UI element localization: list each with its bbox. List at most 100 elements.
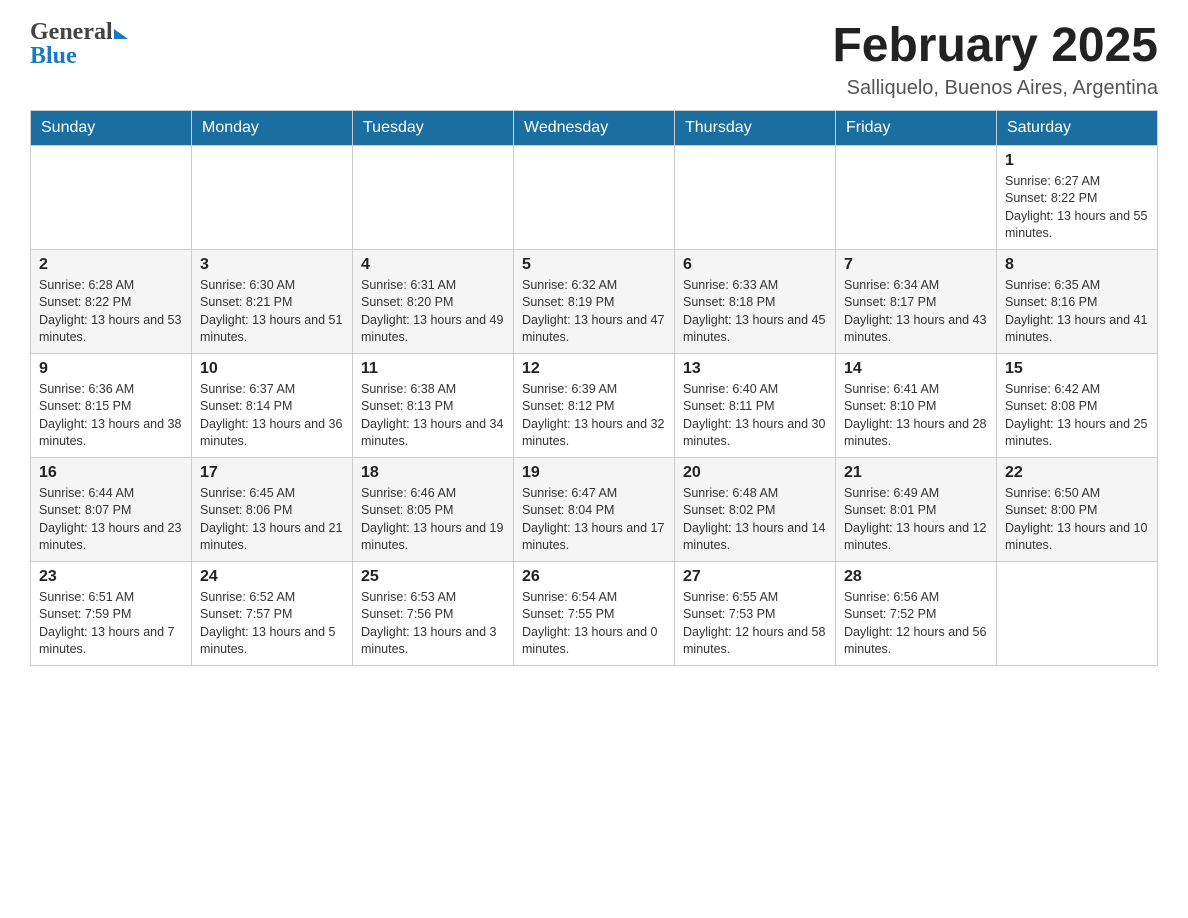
day-number: 23 (39, 568, 183, 586)
day-info: Sunrise: 6:40 AM Sunset: 8:11 PM Dayligh… (683, 381, 827, 451)
calendar-cell: 7 Sunrise: 6:34 AM Sunset: 8:17 PM Daylig… (836, 249, 997, 353)
logo-general-text: General (30, 20, 113, 44)
calendar-cell: 1 Sunrise: 6:27 AM Sunset: 8:22 PM Daylig… (997, 145, 1158, 249)
day-number: 20 (683, 464, 827, 482)
day-number: 4 (361, 256, 505, 274)
day-number: 14 (844, 360, 988, 378)
calendar-cell: 2 Sunrise: 6:28 AM Sunset: 8:22 PM Daylig… (31, 249, 192, 353)
day-info: Sunrise: 6:32 AM Sunset: 8:19 PM Dayligh… (522, 277, 666, 347)
calendar-week-row: 16 Sunrise: 6:44 AM Sunset: 8:07 PM Dayli… (31, 457, 1158, 561)
day-info: Sunrise: 6:55 AM Sunset: 7:53 PM Dayligh… (683, 589, 827, 659)
day-info: Sunrise: 6:38 AM Sunset: 8:13 PM Dayligh… (361, 381, 505, 451)
day-info: Sunrise: 6:53 AM Sunset: 7:56 PM Dayligh… (361, 589, 505, 659)
day-info: Sunrise: 6:49 AM Sunset: 8:01 PM Dayligh… (844, 485, 988, 555)
day-info: Sunrise: 6:34 AM Sunset: 8:17 PM Dayligh… (844, 277, 988, 347)
day-number: 13 (683, 360, 827, 378)
calendar-cell: 23 Sunrise: 6:51 AM Sunset: 7:59 PM Dayli… (31, 561, 192, 665)
day-info: Sunrise: 6:44 AM Sunset: 8:07 PM Dayligh… (39, 485, 183, 555)
day-number: 1 (1005, 152, 1149, 170)
calendar-cell (192, 145, 353, 249)
calendar-cell: 9 Sunrise: 6:36 AM Sunset: 8:15 PM Daylig… (31, 353, 192, 457)
day-info: Sunrise: 6:54 AM Sunset: 7:55 PM Dayligh… (522, 589, 666, 659)
calendar-cell (997, 561, 1158, 665)
calendar-cell: 3 Sunrise: 6:30 AM Sunset: 8:21 PM Daylig… (192, 249, 353, 353)
month-title: February 2025 (832, 20, 1158, 73)
calendar-week-row: 23 Sunrise: 6:51 AM Sunset: 7:59 PM Dayli… (31, 561, 1158, 665)
day-number: 15 (1005, 360, 1149, 378)
day-info: Sunrise: 6:27 AM Sunset: 8:22 PM Dayligh… (1005, 173, 1149, 243)
calendar-week-row: 2 Sunrise: 6:28 AM Sunset: 8:22 PM Daylig… (31, 249, 1158, 353)
day-info: Sunrise: 6:48 AM Sunset: 8:02 PM Dayligh… (683, 485, 827, 555)
day-number: 9 (39, 360, 183, 378)
day-number: 21 (844, 464, 988, 482)
day-info: Sunrise: 6:31 AM Sunset: 8:20 PM Dayligh… (361, 277, 505, 347)
calendar-day-header: Wednesday (514, 110, 675, 145)
calendar-cell: 11 Sunrise: 6:38 AM Sunset: 8:13 PM Dayli… (353, 353, 514, 457)
calendar-cell: 10Sunrise: 6:37 AM Sunset: 8:14 PM Dayli… (192, 353, 353, 457)
calendar-cell: 20 Sunrise: 6:48 AM Sunset: 8:02 PM Dayli… (675, 457, 836, 561)
day-number: 27 (683, 568, 827, 586)
calendar-day-header: Monday (192, 110, 353, 145)
calendar-cell: 12 Sunrise: 6:39 AM Sunset: 8:12 PM Dayli… (514, 353, 675, 457)
calendar-cell: 16 Sunrise: 6:44 AM Sunset: 8:07 PM Dayli… (31, 457, 192, 561)
calendar-week-row: 9 Sunrise: 6:36 AM Sunset: 8:15 PM Daylig… (31, 353, 1158, 457)
day-number: 7 (844, 256, 988, 274)
calendar-cell: 17 Sunrise: 6:45 AM Sunset: 8:06 PM Dayli… (192, 457, 353, 561)
calendar-cell: 25 Sunrise: 6:53 AM Sunset: 7:56 PM Dayli… (353, 561, 514, 665)
location-title: Salliquelo, Buenos Aires, Argentina (832, 77, 1158, 100)
day-number: 3 (200, 256, 344, 274)
calendar-cell: 15 Sunrise: 6:42 AM Sunset: 8:08 PM Dayli… (997, 353, 1158, 457)
calendar-day-header: Saturday (997, 110, 1158, 145)
calendar-cell: 24 Sunrise: 6:52 AM Sunset: 7:57 PM Dayli… (192, 561, 353, 665)
day-info: Sunrise: 6:51 AM Sunset: 7:59 PM Dayligh… (39, 589, 183, 659)
logo-blue-text: Blue (30, 43, 77, 69)
day-info: Sunrise: 6:47 AM Sunset: 8:04 PM Dayligh… (522, 485, 666, 555)
calendar-cell: 18Sunrise: 6:46 AM Sunset: 8:05 PM Dayli… (353, 457, 514, 561)
day-number: 2 (39, 256, 183, 274)
calendar-cell (353, 145, 514, 249)
day-info: Sunrise: 6:37 AM Sunset: 8:14 PM Dayligh… (200, 381, 344, 451)
day-number: 11 (361, 360, 505, 378)
calendar-cell: 26 Sunrise: 6:54 AM Sunset: 7:55 PM Dayli… (514, 561, 675, 665)
day-info: Sunrise: 6:50 AM Sunset: 8:00 PM Dayligh… (1005, 485, 1149, 555)
calendar-week-row: 1 Sunrise: 6:27 AM Sunset: 8:22 PM Daylig… (31, 145, 1158, 249)
calendar-cell: 22Sunrise: 6:50 AM Sunset: 8:00 PM Dayli… (997, 457, 1158, 561)
calendar-cell: 21 Sunrise: 6:49 AM Sunset: 8:01 PM Dayli… (836, 457, 997, 561)
day-info: Sunrise: 6:52 AM Sunset: 7:57 PM Dayligh… (200, 589, 344, 659)
calendar-cell: 6 Sunrise: 6:33 AM Sunset: 8:18 PM Daylig… (675, 249, 836, 353)
calendar-cell (31, 145, 192, 249)
calendar-cell (836, 145, 997, 249)
calendar-day-header: Friday (836, 110, 997, 145)
day-info: Sunrise: 6:41 AM Sunset: 8:10 PM Dayligh… (844, 381, 988, 451)
day-number: 25 (361, 568, 505, 586)
day-info: Sunrise: 6:45 AM Sunset: 8:06 PM Dayligh… (200, 485, 344, 555)
day-number: 24 (200, 568, 344, 586)
calendar-cell: 19 Sunrise: 6:47 AM Sunset: 8:04 PM Dayli… (514, 457, 675, 561)
calendar-cell (514, 145, 675, 249)
day-number: 12 (522, 360, 666, 378)
calendar-day-header: Sunday (31, 110, 192, 145)
calendar-cell: 28Sunrise: 6:56 AM Sunset: 7:52 PM Dayli… (836, 561, 997, 665)
page-header: General Blue February 2025 Salliquelo, B… (30, 20, 1158, 100)
day-info: Sunrise: 6:28 AM Sunset: 8:22 PM Dayligh… (39, 277, 183, 347)
day-info: Sunrise: 6:39 AM Sunset: 8:12 PM Dayligh… (522, 381, 666, 451)
calendar-cell (675, 145, 836, 249)
day-number: 6 (683, 256, 827, 274)
calendar-day-header: Tuesday (353, 110, 514, 145)
logo-arrow-icon (114, 29, 128, 39)
day-info: Sunrise: 6:42 AM Sunset: 8:08 PM Dayligh… (1005, 381, 1149, 451)
calendar-cell: 8Sunrise: 6:35 AM Sunset: 8:16 PM Daylig… (997, 249, 1158, 353)
day-info: Sunrise: 6:30 AM Sunset: 8:21 PM Dayligh… (200, 277, 344, 347)
day-number: 16 (39, 464, 183, 482)
day-info: Sunrise: 6:33 AM Sunset: 8:18 PM Dayligh… (683, 277, 827, 347)
day-number: 8 (1005, 256, 1149, 274)
day-number: 19 (522, 464, 666, 482)
calendar-cell: 4 Sunrise: 6:31 AM Sunset: 8:20 PM Daylig… (353, 249, 514, 353)
day-number: 17 (200, 464, 344, 482)
day-info: Sunrise: 6:36 AM Sunset: 8:15 PM Dayligh… (39, 381, 183, 451)
logo: General Blue (30, 20, 128, 68)
day-number: 26 (522, 568, 666, 586)
calendar-table: SundayMondayTuesdayWednesdayThursdayFrid… (30, 110, 1158, 666)
calendar-header-row: SundayMondayTuesdayWednesdayThursdayFrid… (31, 110, 1158, 145)
calendar-cell: 13 Sunrise: 6:40 AM Sunset: 8:11 PM Dayli… (675, 353, 836, 457)
